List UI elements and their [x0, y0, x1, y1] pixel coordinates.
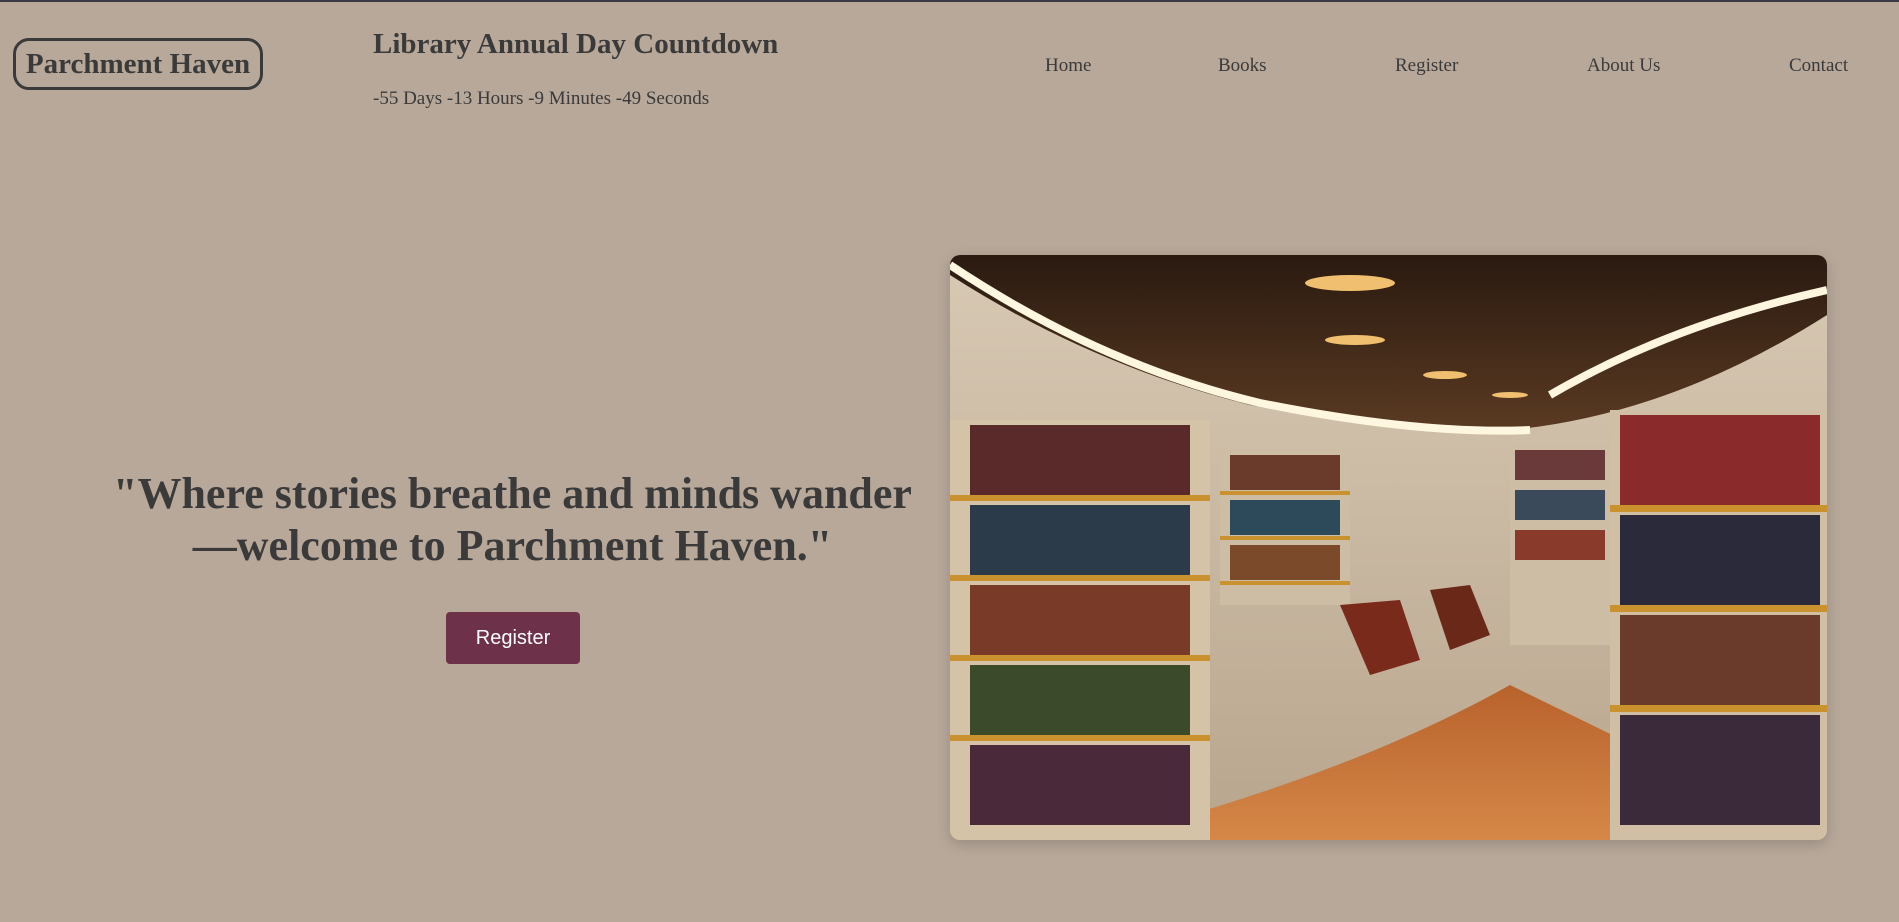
- countdown-timer: -55 Days -13 Hours -9 Minutes -49 Second…: [373, 88, 710, 109]
- hero-tagline-line-2: —welcome to Parchment Haven.": [192, 521, 833, 570]
- countdown-title: Library Annual Day Countdown: [373, 28, 779, 60]
- site-logo[interactable]: Parchment Haven: [13, 38, 263, 90]
- hero-register-button[interactable]: Register: [446, 612, 580, 664]
- hero-tagline-line-1: "Where stories breathe and minds wander: [113, 469, 912, 518]
- nav-contact-link[interactable]: Contact: [1789, 55, 1848, 77]
- library-photo: [950, 255, 1827, 840]
- nav-home-link[interactable]: Home: [1045, 55, 1091, 77]
- nav-register-link[interactable]: Register: [1395, 55, 1458, 77]
- hero-tagline: "Where stories breathe and minds wander …: [90, 468, 935, 572]
- library-photo-illustration: [950, 255, 1827, 840]
- nav-books-link[interactable]: Books: [1218, 55, 1267, 77]
- nav-about-link[interactable]: About Us: [1587, 55, 1660, 77]
